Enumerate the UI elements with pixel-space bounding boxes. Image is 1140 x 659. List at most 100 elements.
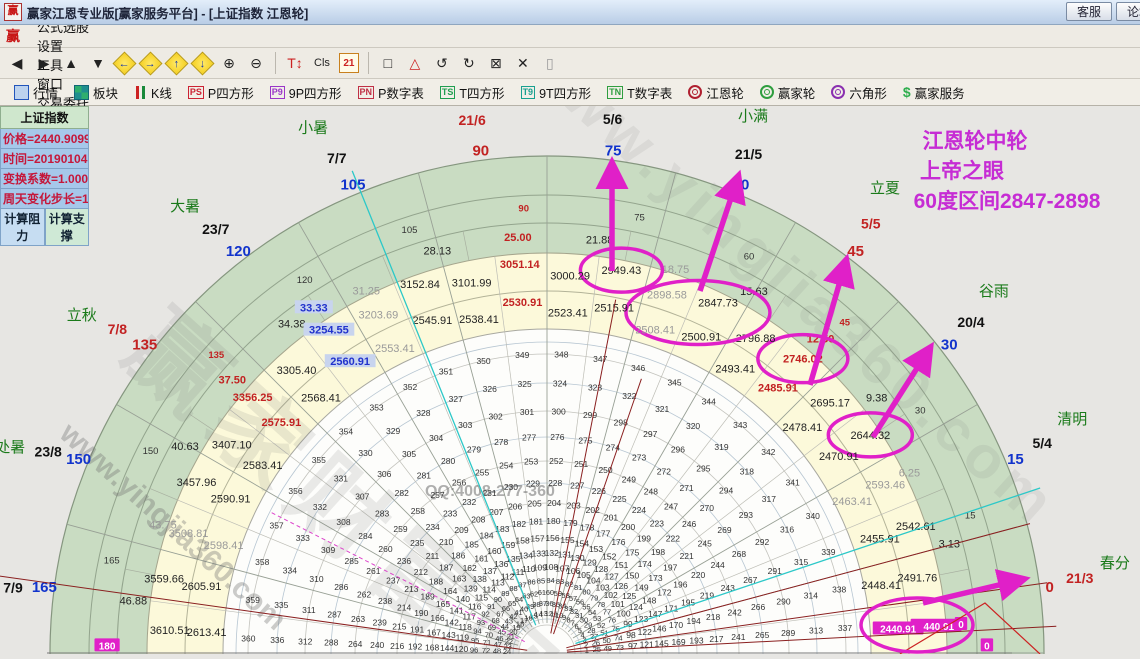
svg-text:229: 229: [526, 479, 540, 489]
svg-text:174: 174: [638, 559, 652, 569]
tool-K线[interactable]: K线: [126, 79, 180, 105]
svg-text:294: 294: [719, 485, 733, 495]
svg-text:2847.73: 2847.73: [698, 297, 738, 309]
svg-text:292: 292: [755, 537, 769, 547]
toolbar-button-13[interactable]: 21: [338, 53, 359, 73]
svg-text:333: 333: [296, 533, 310, 543]
tool-行情[interactable]: 行情: [6, 79, 66, 105]
svg-text:329: 329: [386, 426, 400, 436]
svg-text:220: 220: [691, 570, 705, 580]
tool-label: P数字表: [378, 86, 424, 101]
tool-9P四方形[interactable]: P9 9P四方形: [262, 79, 350, 105]
tool-9T四方形[interactable]: T9 9T四方形: [513, 79, 600, 105]
toolbar-button-19[interactable]: ⊠: [483, 50, 509, 76]
svg-text:209: 209: [454, 525, 468, 535]
calc-resistance-button[interactable]: 计算阻力: [0, 209, 45, 246]
svg-text:135: 135: [132, 336, 157, 353]
toolbar-button-8[interactable]: ⊕: [216, 50, 242, 76]
svg-text:2470.91: 2470.91: [819, 451, 859, 463]
svg-text:150: 150: [143, 446, 159, 457]
svg-text:3610.51: 3610.51: [150, 625, 190, 637]
toolbar-button-9[interactable]: ⊖: [243, 50, 269, 76]
toolbar-button-2[interactable]: ▲: [58, 50, 84, 76]
svg-text:258: 258: [411, 506, 425, 516]
svg-text:359: 359: [246, 595, 260, 605]
svg-text:215: 215: [392, 621, 406, 631]
tool-T数字表[interactable]: TN T数字表: [599, 79, 680, 105]
svg-text:273: 273: [632, 453, 646, 463]
toolbar-button-17[interactable]: ↺: [429, 50, 455, 76]
toolbar-button-0[interactable]: ◀: [4, 50, 30, 76]
tool-P数字表[interactable]: PN P数字表: [350, 79, 432, 105]
svg-text:89: 89: [501, 589, 509, 598]
svg-text:304: 304: [429, 433, 443, 443]
svg-text:72: 72: [482, 646, 490, 654]
tool-赢家服务[interactable]: $ 赢家服务: [895, 79, 973, 105]
svg-text:60度区间2847-2898: 60度区间2847-2898: [914, 189, 1101, 213]
svg-text:205: 205: [527, 499, 541, 509]
toolbar-button-1[interactable]: ▶: [31, 50, 57, 76]
svg-text:7/7: 7/7: [327, 150, 347, 166]
svg-text:江恩轮中轮: 江恩轮中轮: [923, 129, 1028, 153]
svg-text:191: 191: [410, 625, 424, 635]
svg-text:201: 201: [604, 512, 618, 522]
svg-text:343: 343: [733, 420, 747, 430]
toolbar-button-6[interactable]: ↑: [164, 50, 189, 76]
tool-label: P四方形: [207, 86, 254, 101]
svg-text:清明: 清明: [1057, 411, 1087, 428]
svg-text:120: 120: [297, 275, 313, 286]
toolbar-button-3[interactable]: ▼: [85, 50, 111, 76]
toolbar-button-7[interactable]: ↓: [190, 50, 215, 76]
svg-text:286: 286: [334, 582, 348, 592]
svg-text:2898.58: 2898.58: [647, 290, 687, 302]
gann-wheel[interactable]: 赢家财富网www.yingjia360.com www.yingjia360.co…: [0, 25, 1140, 659]
svg-text:283: 283: [375, 508, 389, 518]
toolbar-button-20[interactable]: ✕: [510, 50, 536, 76]
toolbar-button-11[interactable]: T↕: [282, 50, 308, 76]
svg-text:263: 263: [351, 614, 365, 624]
svg-text:232: 232: [462, 497, 476, 507]
toolbar-button-21[interactable]: ▯: [537, 50, 563, 76]
toolbar-button-4[interactable]: ←: [112, 50, 137, 76]
svg-text:84: 84: [546, 576, 554, 585]
customer-service-button[interactable]: 客服: [1065, 2, 1112, 21]
tool-P四方形[interactable]: PS P四方形: [180, 79, 262, 105]
svg-text:243: 243: [721, 583, 735, 593]
赢家轮-icon: [759, 85, 774, 99]
tool-六角形[interactable]: 六角形: [823, 79, 895, 105]
tool-T四方形[interactable]: TS T四方形: [432, 79, 513, 105]
tool-label: 六角形: [849, 86, 887, 101]
svg-text:192: 192: [408, 642, 422, 652]
tool-板块[interactable]: 板块: [66, 79, 126, 105]
toolbar-button-18[interactable]: ↻: [456, 50, 482, 76]
svg-text:230: 230: [504, 482, 518, 492]
svg-text:289: 289: [781, 628, 795, 638]
tool-赢家轮[interactable]: 赢家轮: [752, 79, 824, 105]
svg-text:316: 316: [780, 524, 794, 534]
svg-text:谷雨: 谷雨: [979, 283, 1009, 300]
svg-text:163: 163: [452, 574, 466, 584]
svg-text:90: 90: [472, 142, 489, 159]
svg-text:2545.91: 2545.91: [413, 315, 453, 327]
svg-text:228: 228: [548, 478, 562, 488]
svg-text:317: 317: [762, 494, 776, 504]
svg-text:大暑: 大暑: [170, 198, 200, 215]
tool-江恩轮[interactable]: 江恩轮: [680, 79, 752, 105]
svg-text:30: 30: [915, 406, 926, 417]
toolbar-button-12[interactable]: Cls: [309, 50, 335, 76]
toolbar-button-16[interactable]: △: [402, 50, 428, 76]
svg-text:327: 327: [449, 394, 463, 404]
calc-support-button[interactable]: 计算支撑: [44, 209, 89, 246]
svg-text:175: 175: [625, 547, 639, 557]
svg-text:266: 266: [751, 602, 765, 612]
svg-text:178: 178: [580, 522, 594, 532]
svg-text:240: 240: [370, 640, 384, 650]
svg-text:3508.81: 3508.81: [169, 528, 209, 540]
partial-button[interactable]: 论坛: [1115, 2, 1140, 21]
toolbar-button-5[interactable]: →: [138, 50, 163, 76]
toolbar-button-15[interactable]: □: [375, 50, 401, 76]
svg-text:325: 325: [518, 379, 532, 389]
T数字表-icon: TN: [607, 85, 624, 99]
svg-text:150: 150: [625, 571, 639, 581]
svg-text:356: 356: [288, 486, 302, 496]
